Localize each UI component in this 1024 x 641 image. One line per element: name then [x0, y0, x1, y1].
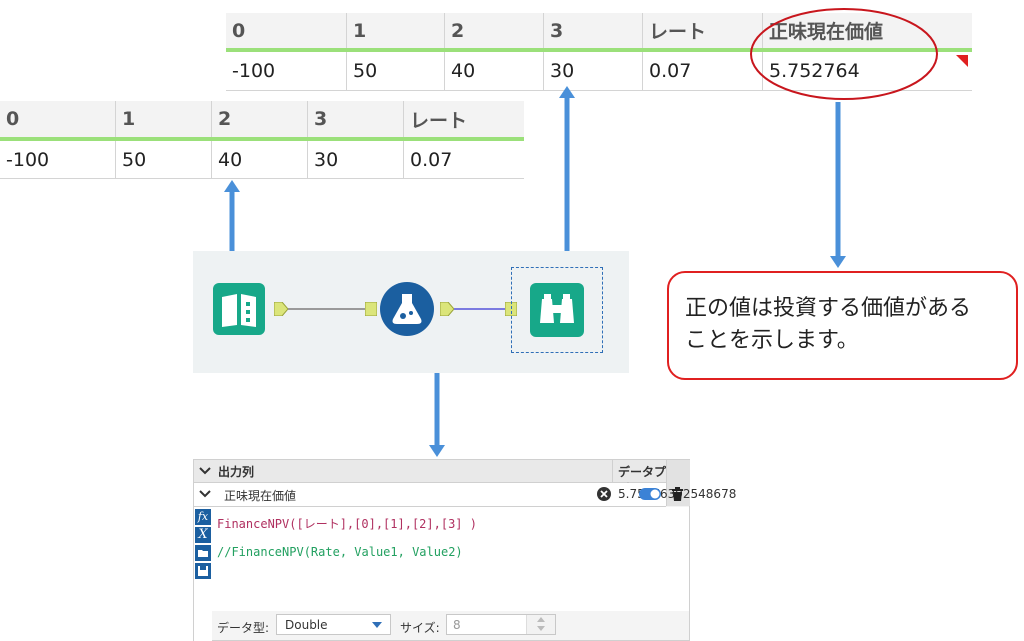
trash-icon[interactable] — [671, 486, 684, 502]
output-field-name[interactable]: 正味現在価値 — [224, 487, 296, 504]
clear-icon[interactable] — [597, 487, 611, 501]
expression-text[interactable]: FinanceNPV([レート],[0],[1],[2],[3] ) — [217, 515, 477, 532]
flask-icon — [380, 282, 434, 336]
formula-tool[interactable] — [379, 281, 435, 337]
binoculars-icon — [530, 283, 584, 337]
stepper-down-icon[interactable] — [537, 626, 545, 631]
size-label: サイズ: — [400, 621, 440, 635]
size-value: 8 — [453, 618, 461, 632]
column-header-output: 出力列 — [218, 465, 255, 479]
formula-config-panel: 出力列 データプレビュー 正味現在価値 5.75276392548678 fx … — [193, 459, 736, 641]
size-stepper[interactable] — [526, 615, 555, 634]
toggle-icon[interactable] — [639, 488, 661, 500]
datatype-select[interactable]: Double — [276, 614, 391, 635]
size-input[interactable]: 8 — [446, 614, 556, 635]
book-icon — [213, 283, 265, 335]
variable-icon[interactable]: X — [195, 527, 211, 543]
workflow-canvas[interactable] — [193, 251, 629, 373]
datatype-value: Double — [285, 618, 328, 632]
caret-down-icon — [372, 622, 382, 628]
stepper-up-icon[interactable] — [537, 617, 545, 622]
input-anchor-icon[interactable] — [365, 302, 377, 316]
input-data-tool[interactable] — [213, 283, 265, 335]
callout-text-line1: 正の値は投資する価値がある — [685, 296, 972, 321]
chevron-down-icon[interactable] — [199, 466, 211, 476]
save-icon[interactable] — [195, 563, 211, 579]
expression-comment[interactable]: //FinanceNPV(Rate, Value1, Value2) — [217, 545, 463, 559]
explanation-callout: 正の値は投資する価値がある ことを示します。 — [667, 271, 1018, 380]
callout-text-line2: ことを示します。 — [685, 328, 859, 353]
output-anchor-icon[interactable] — [440, 302, 454, 316]
output-anchor-icon[interactable] — [274, 302, 288, 316]
chevron-down-icon[interactable] — [199, 489, 211, 499]
open-folder-icon[interactable] — [195, 545, 211, 561]
connection-line[interactable] — [454, 308, 506, 310]
fx-icon[interactable]: fx — [195, 509, 211, 525]
datatype-label: データ型: — [217, 621, 270, 635]
connection-line[interactable] — [288, 308, 366, 310]
browse-tool[interactable] — [530, 283, 584, 337]
